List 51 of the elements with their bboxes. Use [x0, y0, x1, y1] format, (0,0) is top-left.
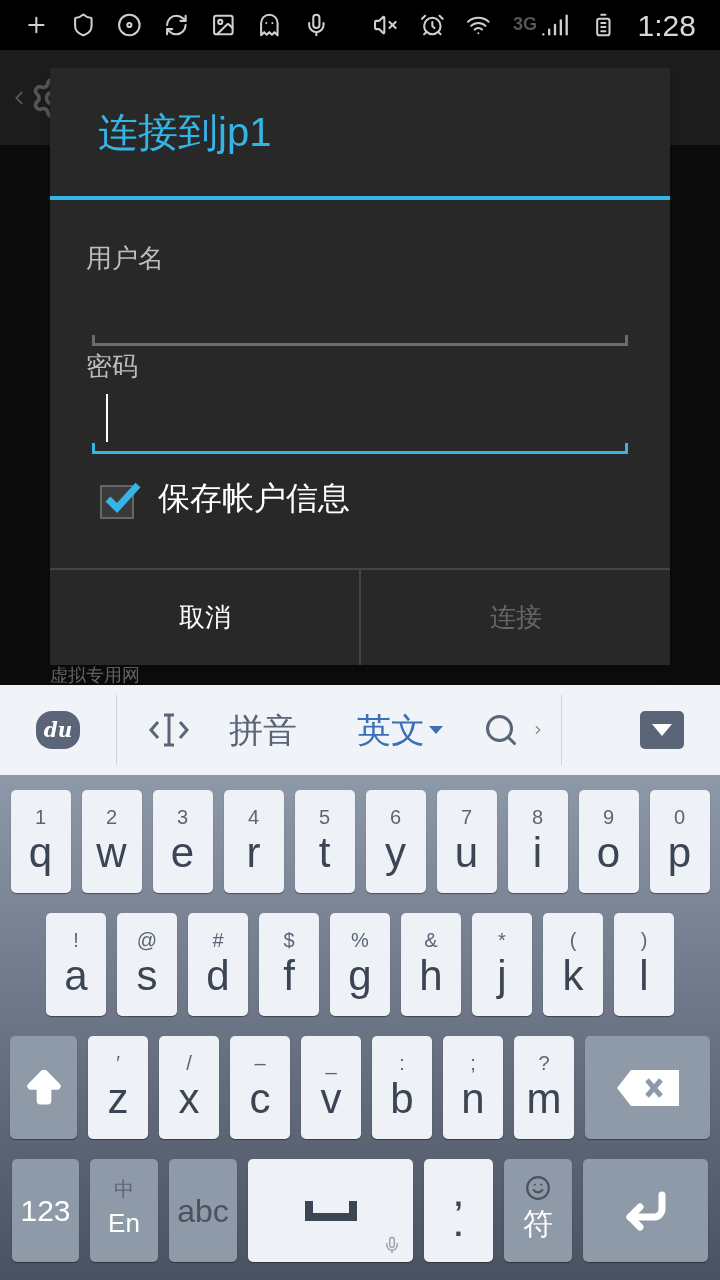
- hide-keyboard-button[interactable]: [640, 711, 684, 749]
- letter-key[interactable]: 2 w: [81, 790, 142, 893]
- backspace-icon: [616, 1069, 679, 1106]
- network-type: 3G: [512, 13, 537, 36]
- microphone-icon: [383, 1236, 401, 1254]
- dialog-button[interactable]: 取消: [50, 570, 359, 665]
- letter-key[interactable]: : b: [372, 1036, 432, 1139]
- letter-key[interactable]: 1 q: [10, 790, 71, 893]
- dialog-title: 连接到jp1: [98, 109, 272, 156]
- letter-key[interactable]: # d: [188, 913, 248, 1016]
- letter-key[interactable]: ? m: [514, 1036, 574, 1139]
- letter-key[interactable]: % g: [330, 913, 390, 1016]
- letter-key[interactable]: 9 o: [578, 790, 639, 893]
- caret-down-icon: [652, 724, 672, 736]
- letter-key[interactable]: ′ z: [88, 1036, 148, 1139]
- letter-key[interactable]: & h: [401, 913, 461, 1016]
- letter-key[interactable]: @ s: [117, 913, 177, 1016]
- bear-logo[interactable]: du: [36, 711, 80, 749]
- input-mode-tab[interactable]: 英文: [357, 704, 443, 756]
- clock-time: 1:28: [637, 7, 696, 44]
- letter-key[interactable]: / x: [159, 1036, 219, 1139]
- cursor-move-icon[interactable]: [149, 713, 189, 747]
- letter-key[interactable]: – c: [230, 1036, 290, 1139]
- caret-icon: [429, 726, 443, 734]
- list-item-label: 虚拟专用网: [50, 665, 141, 685]
- field-label: 用户名: [86, 242, 165, 275]
- smiley-icon: [525, 1175, 551, 1201]
- checkbox-label: 保存帐户信息: [158, 479, 350, 518]
- search-icon[interactable]: [483, 712, 519, 748]
- shift-key[interactable]: [10, 1036, 77, 1139]
- letter-key[interactable]: _ v: [301, 1036, 361, 1139]
- letter-key[interactable]: * j: [472, 913, 532, 1016]
- letter-key[interactable]: 6 y: [365, 790, 426, 893]
- field-label: 密码: [86, 350, 139, 383]
- letter-key[interactable]: ) l: [614, 913, 674, 1016]
- letter-key[interactable]: ; n: [443, 1036, 503, 1139]
- punctuation-key[interactable]: , .: [424, 1159, 493, 1262]
- enter-key[interactable]: [583, 1159, 708, 1262]
- letter-key[interactable]: 4 r: [223, 790, 284, 893]
- input-mode-tab[interactable]: 拼音: [229, 704, 297, 756]
- letter-key[interactable]: ! a: [46, 913, 106, 1016]
- letter-key[interactable]: 7 u: [436, 790, 497, 893]
- space-key[interactable]: [248, 1159, 413, 1262]
- letter-key[interactable]: 8 i: [507, 790, 568, 893]
- letter-key[interactable]: 5 t: [294, 790, 355, 893]
- letter-key[interactable]: 0 p: [649, 790, 710, 893]
- letter-key[interactable]: 3 e: [152, 790, 213, 893]
- letter-key[interactable]: ( k: [543, 913, 603, 1016]
- backspace-key[interactable]: [585, 1036, 710, 1139]
- letter-key[interactable]: $ f: [259, 913, 319, 1016]
- space-bar-icon: [304, 1200, 357, 1221]
